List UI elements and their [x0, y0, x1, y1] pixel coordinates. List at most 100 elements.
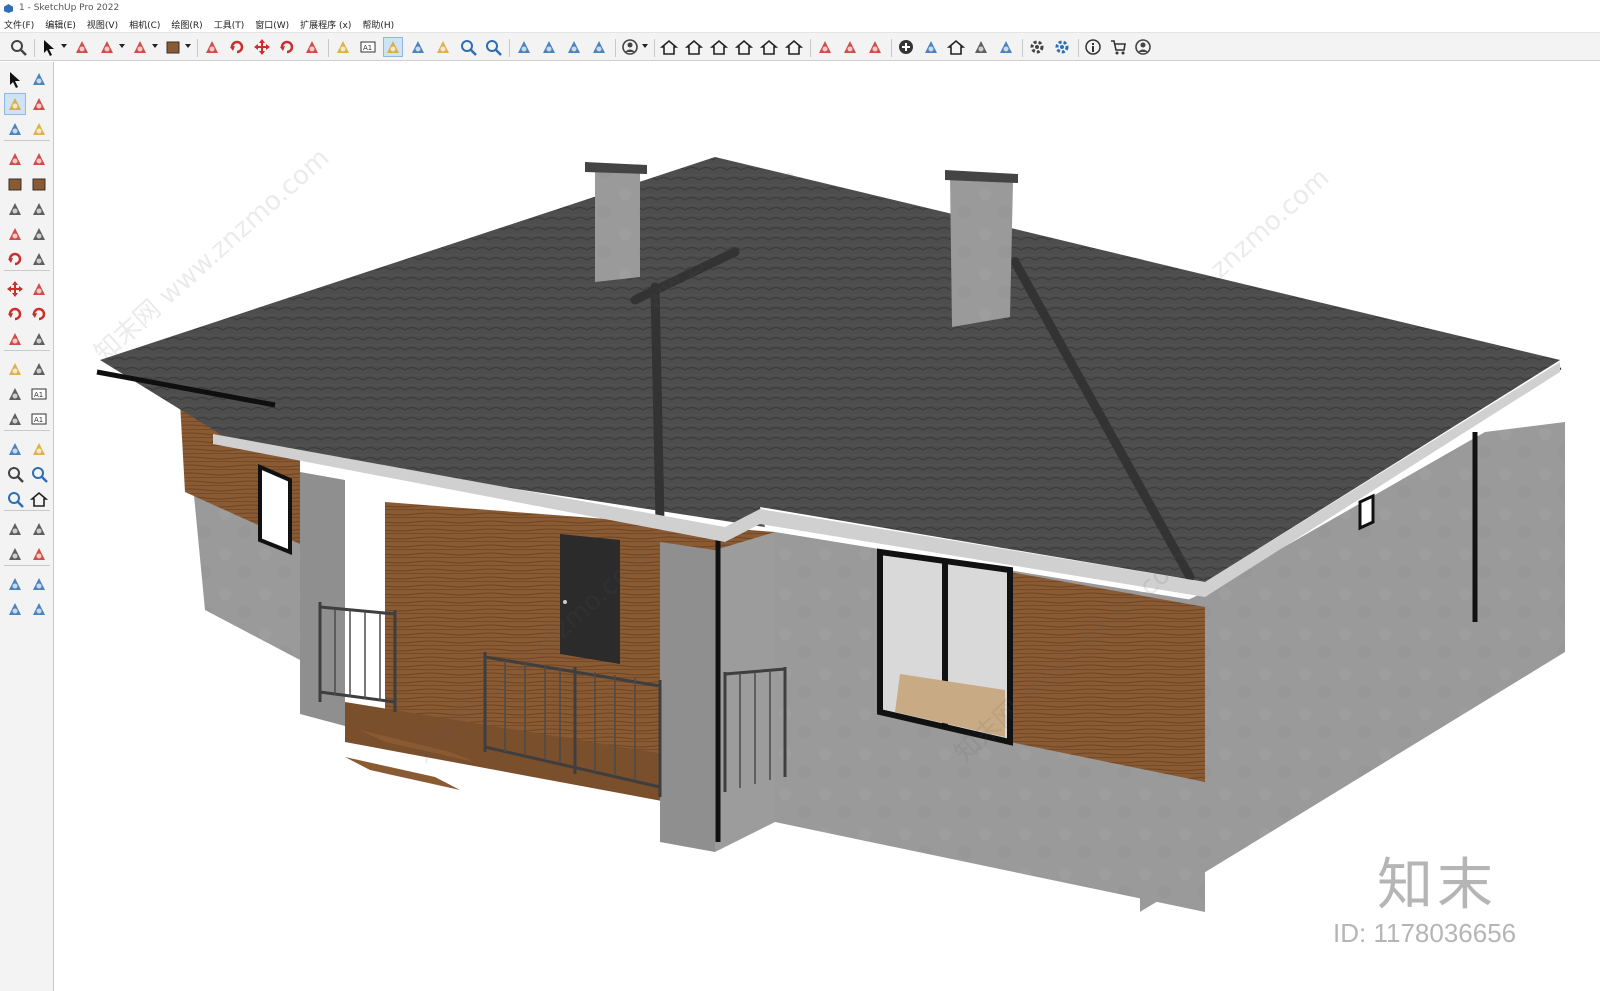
protractor-tool[interactable]: [4, 383, 26, 405]
warehouse-button[interactable]: [946, 37, 966, 57]
rectangle-tool[interactable]: [4, 173, 26, 195]
right-view-button[interactable]: [734, 37, 754, 57]
zoom-window-button[interactable]: [458, 37, 478, 57]
pie-tool[interactable]: [28, 223, 50, 245]
position-camera-tool[interactable]: [4, 518, 26, 540]
push-pull-button[interactable]: [202, 37, 222, 57]
styles-tool[interactable]: [4, 598, 26, 620]
model-viewport[interactable]: 知末网 www.znzmo.com 知末网 www.znzmo.com 知末网 …: [55, 62, 1600, 991]
section-cut-button[interactable]: [865, 37, 885, 57]
house-model[interactable]: [55, 62, 1600, 991]
text-tool[interactable]: A1: [28, 383, 50, 405]
move-button[interactable]: [252, 37, 272, 57]
menu-camera[interactable]: 相机(C): [129, 18, 160, 31]
zoom-button[interactable]: [8, 37, 28, 57]
front-view-button[interactable]: [709, 37, 729, 57]
dimension-tool[interactable]: [28, 358, 50, 380]
back-view-button[interactable]: [759, 37, 779, 57]
select-button[interactable]: [39, 37, 59, 57]
layers-tool[interactable]: [28, 573, 50, 595]
chevron-down-icon[interactable]: [184, 42, 192, 50]
scale-tool[interactable]: [4, 328, 26, 350]
menu-view[interactable]: 视图(V): [87, 18, 118, 31]
rotate-tool[interactable]: [4, 303, 26, 325]
orbit-button[interactable]: [408, 37, 428, 57]
paint-bucket-tool[interactable]: [4, 93, 26, 115]
components-tool[interactable]: [4, 118, 26, 140]
tape-measure-tool[interactable]: [4, 358, 26, 380]
freehand-tool[interactable]: [28, 248, 50, 270]
menu-window[interactable]: 窗口(W): [255, 18, 289, 31]
walk-tool[interactable]: [4, 543, 26, 565]
tape-measure-button[interactable]: [333, 37, 353, 57]
arc-button[interactable]: [130, 37, 150, 57]
rectangle-button[interactable]: [163, 37, 183, 57]
zoom-extents-tool[interactable]: [4, 488, 26, 510]
components-button[interactable]: [589, 37, 609, 57]
sandbox-button[interactable]: [514, 37, 534, 57]
dynamic-components-button[interactable]: [1052, 37, 1072, 57]
section-display-button[interactable]: [840, 37, 860, 57]
tape-measure-tool[interactable]: [28, 118, 50, 140]
scale-button[interactable]: [302, 37, 322, 57]
info-button[interactable]: [1083, 37, 1103, 57]
top-view-button[interactable]: [684, 37, 704, 57]
follow-me-tool[interactable]: [28, 303, 50, 325]
text-button[interactable]: A1: [358, 37, 378, 57]
eraser-button[interactable]: [72, 37, 92, 57]
arc-tool[interactable]: [4, 223, 26, 245]
menu-draw[interactable]: 绘图(R): [171, 18, 202, 31]
chevron-down-icon[interactable]: [641, 42, 649, 50]
pan-tool[interactable]: [28, 438, 50, 460]
follow-me-button[interactable]: [227, 37, 247, 57]
rotated-rectangle-tool[interactable]: [28, 173, 50, 195]
menu-tools[interactable]: 工具(T): [214, 18, 245, 31]
previous-view-tool[interactable]: [28, 488, 50, 510]
styles-button[interactable]: [564, 37, 584, 57]
paint-bucket-button[interactable]: [383, 37, 403, 57]
section-plane-button[interactable]: [815, 37, 835, 57]
eraser-tool[interactable]: [28, 93, 50, 115]
zoom-extents-button[interactable]: [483, 37, 503, 57]
circle-tool[interactable]: [4, 198, 26, 220]
push-pull-tool[interactable]: [28, 278, 50, 300]
menu-help[interactable]: 帮助(H): [362, 18, 394, 31]
chevron-down-icon[interactable]: [118, 42, 126, 50]
layers-button[interactable]: [539, 37, 559, 57]
pencil-button[interactable]: [97, 37, 117, 57]
orbit-tool[interactable]: [4, 438, 26, 460]
geo-button[interactable]: [921, 37, 941, 57]
offset-tool[interactable]: [28, 328, 50, 350]
cart-button[interactable]: [1108, 37, 1128, 57]
follow-me-tool[interactable]: [4, 248, 26, 270]
menu-extensions[interactable]: 扩展程序 (x): [300, 18, 351, 31]
settings-button[interactable]: [1027, 37, 1047, 57]
look-around-tool[interactable]: [28, 518, 50, 540]
account-button[interactable]: [1133, 37, 1153, 57]
move-tool[interactable]: [4, 278, 26, 300]
menu-file[interactable]: 文件(F): [4, 18, 34, 31]
cloud-button[interactable]: [996, 37, 1016, 57]
sandbox-tool[interactable]: [4, 573, 26, 595]
user-button[interactable]: [620, 37, 640, 57]
iso-view-button[interactable]: [659, 37, 679, 57]
components-tool[interactable]: [28, 598, 50, 620]
pan-button[interactable]: [433, 37, 453, 57]
add-location-button[interactable]: [896, 37, 916, 57]
polygon-tool[interactable]: [28, 198, 50, 220]
chevron-down-icon[interactable]: [60, 42, 68, 50]
arc-tool[interactable]: [28, 148, 50, 170]
pencil-tool[interactable]: [4, 148, 26, 170]
left-view-button[interactable]: [784, 37, 804, 57]
zoom-tool[interactable]: [4, 463, 26, 485]
rotate-button[interactable]: [277, 37, 297, 57]
text3d-tool[interactable]: A1: [28, 408, 50, 430]
section-plane-tool[interactable]: [28, 543, 50, 565]
chevron-down-icon[interactable]: [151, 42, 159, 50]
axes-tool[interactable]: [4, 408, 26, 430]
select-tool[interactable]: [4, 68, 26, 90]
zoom-window-tool[interactable]: [28, 463, 50, 485]
extension-button[interactable]: [971, 37, 991, 57]
menu-edit[interactable]: 编辑(E): [45, 18, 76, 31]
orbit-tool[interactable]: [28, 68, 50, 90]
